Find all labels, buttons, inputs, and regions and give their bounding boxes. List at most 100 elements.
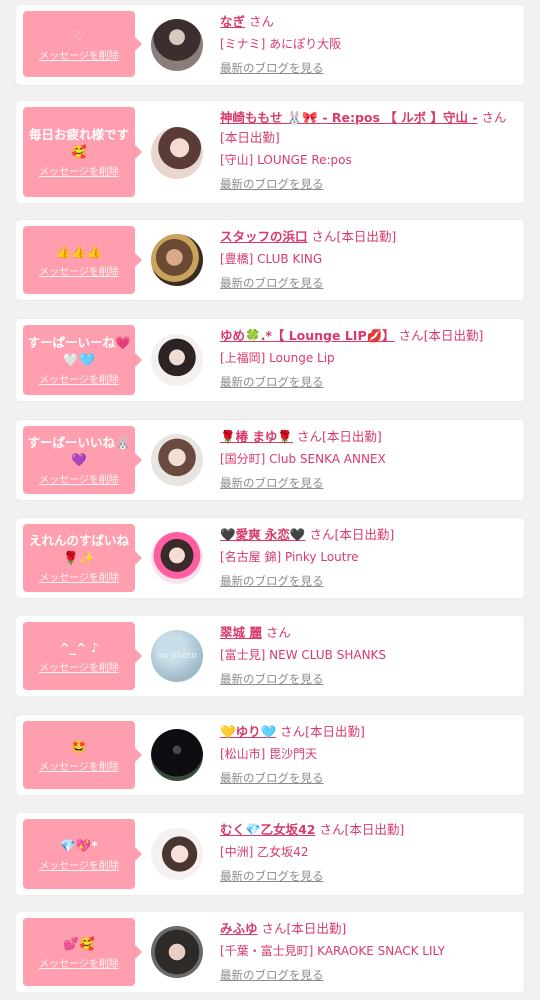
sender-suffix: さん[本日出勤] bbox=[398, 328, 484, 343]
avatar[interactable] bbox=[151, 729, 203, 781]
avatar[interactable] bbox=[151, 926, 203, 978]
latest-blog-link[interactable]: 最新のブログを見る bbox=[220, 176, 324, 192]
delete-message-link[interactable]: メッセージを削除 bbox=[39, 163, 119, 178]
message-card: すーぱーいーね💗🤍🩵 メッセージを削除 ゆめ🍀.*【 Lounge LIP💋】 … bbox=[16, 319, 524, 401]
message-text: 👍👍👍 bbox=[55, 243, 103, 259]
message-text: 🤩 bbox=[71, 738, 87, 754]
message-bubble: 🤩 メッセージを削除 bbox=[23, 721, 142, 789]
message-text: 💎💖* bbox=[60, 837, 98, 853]
latest-blog-link[interactable]: 最新のブログを見る bbox=[220, 475, 324, 491]
avatar[interactable] bbox=[151, 532, 203, 584]
delete-message-link[interactable]: メッセージを削除 bbox=[39, 955, 119, 970]
message-text: 💕🥰 bbox=[63, 935, 95, 951]
delete-message-link[interactable]: メッセージを削除 bbox=[39, 857, 119, 872]
shop-name: [ミナミ] あにぽり大阪 bbox=[220, 37, 342, 51]
message-text: ♡ bbox=[73, 27, 85, 43]
message-bubble: すーぱーいいね🐰💜 メッセージを削除 bbox=[23, 426, 142, 494]
sender-name-link[interactable]: 🌹椿 まゆ🌹 bbox=[220, 429, 293, 444]
latest-blog-link[interactable]: 最新のブログを見る bbox=[220, 868, 324, 884]
sender-info: 翠城 麗 さん [富士見] NEW CLUB SHANKS 最新のブログを見る bbox=[220, 623, 516, 687]
shop-name: [上福岡] Lounge Lip bbox=[220, 351, 335, 365]
sender-name-link[interactable]: ゆめ🍀.*【 Lounge LIP💋】 bbox=[220, 328, 395, 343]
shop-name: [千葉・富士見町] KARAOKE SNACK LILY bbox=[220, 944, 445, 958]
sender-name-link[interactable]: なぎ bbox=[220, 14, 245, 29]
shop-name: [守山] LOUNGE Re:pos bbox=[220, 153, 352, 167]
sender-info: スタッフの浜口 さん[本日出勤] [豊橋] CLUB KING 最新のブログを見… bbox=[220, 227, 516, 291]
no-photo-label: no photo bbox=[156, 651, 198, 661]
message-card: えれんのすばいね🌹✨ メッセージを削除 🖤愛爽 永恋🖤 さん[本日出勤] [名古… bbox=[16, 518, 524, 598]
message-bubble: 💕🥰 メッセージを削除 bbox=[23, 918, 142, 986]
sender-name-link[interactable]: スタッフの浜口 bbox=[220, 229, 308, 244]
sender-name-link[interactable]: みふゆ bbox=[220, 921, 258, 936]
message-card: 💕🥰 メッセージを削除 みふゆ さん[本日出勤] [千葉・富士見町] KARAO… bbox=[16, 912, 524, 992]
sender-name-link[interactable]: 🖤愛爽 永恋🖤 bbox=[220, 527, 305, 542]
message-bubble: 👍👍👍 メッセージを削除 bbox=[23, 226, 142, 294]
message-card: 💎💖* メッセージを削除 むく💎乙女坂42 さん[本日出勤] [中洲] 乙女坂4… bbox=[16, 813, 524, 895]
message-card: すーぱーいいね🐰💜 メッセージを削除 🌹椿 まゆ🌹 さん[本日出勤] [国分町]… bbox=[16, 420, 524, 500]
message-bubble: すーぱーいーね💗🤍🩵 メッセージを削除 bbox=[23, 325, 142, 395]
sender-name-link[interactable]: 💛ゆり🩵 bbox=[220, 724, 276, 739]
shop-name: [豊橋] CLUB KING bbox=[220, 252, 323, 266]
latest-blog-link[interactable]: 最新のブログを見る bbox=[220, 671, 324, 687]
sender-name-link[interactable]: 翠城 麗 bbox=[220, 625, 262, 640]
avatar[interactable] bbox=[151, 19, 203, 71]
message-bubble: ♡ メッセージを削除 bbox=[23, 11, 142, 77]
message-text: えれんのすばいね🌹✨ bbox=[28, 533, 129, 565]
sender-suffix: さん[本日出勤] bbox=[311, 229, 397, 244]
message-text: 毎日お疲れ様です🥰 bbox=[28, 127, 129, 159]
delete-message-link[interactable]: メッセージを削除 bbox=[39, 47, 119, 62]
message-bubble: ^_^ ♪ メッセージを削除 bbox=[23, 622, 142, 690]
latest-blog-link[interactable]: 最新のブログを見る bbox=[220, 770, 324, 786]
sender-suffix: さん[本日出勤] bbox=[261, 921, 347, 936]
latest-blog-link[interactable]: 最新のブログを見る bbox=[220, 275, 324, 291]
delete-message-link[interactable]: メッセージを削除 bbox=[39, 263, 119, 278]
sender-info: みふゆ さん[本日出勤] [千葉・富士見町] KARAOKE SNACK LIL… bbox=[220, 919, 516, 983]
latest-blog-link[interactable]: 最新のブログを見る bbox=[220, 967, 324, 983]
message-card: ^_^ ♪ メッセージを削除 no photo 翠城 麗 さん [富士見] NE… bbox=[16, 616, 524, 696]
message-bubble: 毎日お疲れ様です🥰 メッセージを削除 bbox=[23, 107, 142, 197]
message-list: ♡ メッセージを削除 なぎ さん [ミナミ] あにぽり大阪 最新のブログを見る … bbox=[0, 0, 540, 1000]
delete-message-link[interactable]: メッセージを削除 bbox=[39, 569, 119, 584]
sender-info: 💛ゆり🩵 さん[本日出勤] [松山市] 毘沙門天 最新のブログを見る bbox=[220, 722, 516, 786]
message-card: ♡ メッセージを削除 なぎ さん [ミナミ] あにぽり大阪 最新のブログを見る bbox=[16, 5, 524, 85]
delete-message-link[interactable]: メッセージを削除 bbox=[39, 371, 119, 386]
message-card: 🤩 メッセージを削除 💛ゆり🩵 さん[本日出勤] [松山市] 毘沙門天 最新のブ… bbox=[16, 715, 524, 795]
sender-info: ゆめ🍀.*【 Lounge LIP💋】 さん[本日出勤] [上福岡] Loung… bbox=[220, 326, 516, 390]
avatar[interactable]: no photo bbox=[151, 630, 203, 682]
sender-suffix: さん bbox=[265, 625, 291, 640]
message-bubble: えれんのすばいね🌹✨ メッセージを削除 bbox=[23, 524, 142, 592]
shop-name: [中洲] 乙女坂42 bbox=[220, 845, 309, 859]
delete-message-link[interactable]: メッセージを削除 bbox=[39, 758, 119, 773]
delete-message-link[interactable]: メッセージを削除 bbox=[39, 659, 119, 674]
sender-name-link[interactable]: むく💎乙女坂42 bbox=[220, 822, 315, 837]
sender-suffix: さん[本日出勤] bbox=[309, 527, 395, 542]
message-bubble: 💎💖* メッセージを削除 bbox=[23, 819, 142, 889]
avatar[interactable] bbox=[151, 334, 203, 386]
sender-suffix: さん[本日出勤] bbox=[296, 429, 382, 444]
shop-name: [国分町] Club SENKA ANNEX bbox=[220, 452, 386, 466]
sender-suffix: さん bbox=[249, 14, 275, 29]
latest-blog-link[interactable]: 最新のブログを見る bbox=[220, 573, 324, 589]
latest-blog-link[interactable]: 最新のブログを見る bbox=[220, 60, 324, 76]
shop-name: [名古屋 錦] Pinky Loutre bbox=[220, 550, 359, 564]
sender-info: 🖤愛爽 永恋🖤 さん[本日出勤] [名古屋 錦] Pinky Loutre 最新… bbox=[220, 525, 516, 589]
shop-name: [松山市] 毘沙門天 bbox=[220, 747, 318, 761]
sender-name-link[interactable]: 神崎ももせ 🐰🎀 - Re:pos 【 ルボ 】守山 - bbox=[220, 110, 478, 125]
message-text: ^_^ ♪ bbox=[59, 639, 99, 655]
avatar[interactable] bbox=[151, 434, 203, 486]
avatar[interactable] bbox=[151, 828, 203, 880]
message-text: すーぱーいいね🐰💜 bbox=[27, 435, 131, 467]
sender-info: 🌹椿 まゆ🌹 さん[本日出勤] [国分町] Club SENKA ANNEX 最… bbox=[220, 427, 516, 491]
avatar[interactable] bbox=[151, 234, 203, 286]
message-text: すーぱーいーね💗🤍🩵 bbox=[27, 335, 131, 367]
message-card: 毎日お疲れ様です🥰 メッセージを削除 神崎ももせ 🐰🎀 - Re:pos 【 ル… bbox=[16, 101, 524, 203]
latest-blog-link[interactable]: 最新のブログを見る bbox=[220, 374, 324, 390]
message-card: 👍👍👍 メッセージを削除 スタッフの浜口 さん[本日出勤] [豊橋] CLUB … bbox=[16, 220, 524, 300]
sender-info: 神崎ももせ 🐰🎀 - Re:pos 【 ルボ 】守山 - さん[本日出勤] [守… bbox=[220, 108, 516, 192]
avatar[interactable] bbox=[151, 127, 203, 179]
sender-suffix: さん[本日出勤] bbox=[319, 822, 405, 837]
shop-name: [富士見] NEW CLUB SHANKS bbox=[220, 648, 387, 662]
sender-info: むく💎乙女坂42 さん[本日出勤] [中洲] 乙女坂42 最新のブログを見る bbox=[220, 820, 516, 884]
sender-suffix: さん[本日出勤] bbox=[280, 724, 365, 739]
delete-message-link[interactable]: メッセージを削除 bbox=[39, 471, 119, 486]
